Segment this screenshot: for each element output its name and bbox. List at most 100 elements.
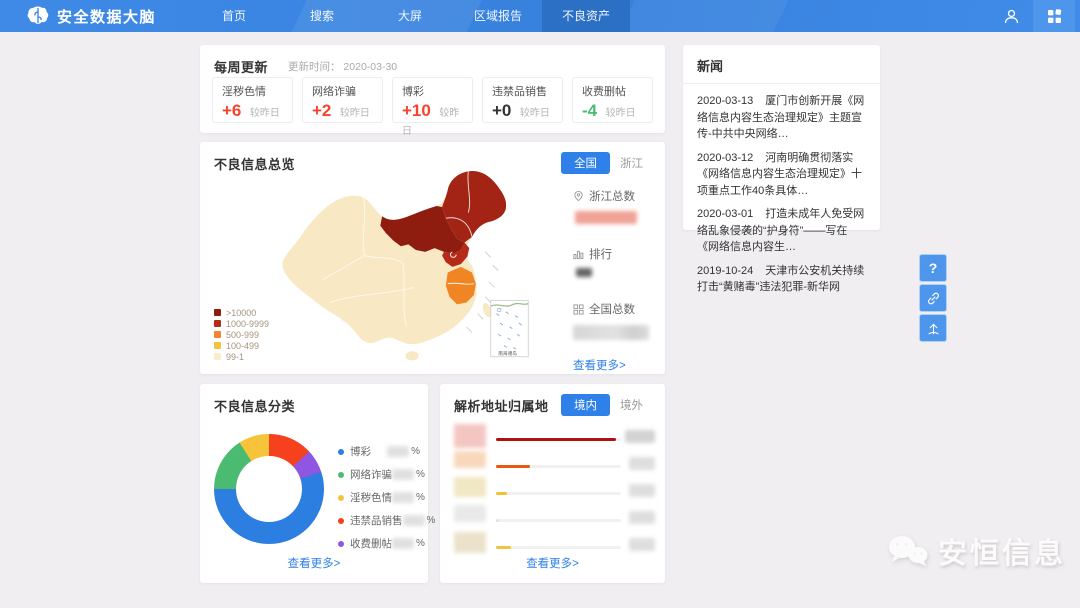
news-item[interactable]: 2020-03-12河南明确贯彻落实《网络信息内容生态治理规定》十项重点工作40… [697,150,866,200]
redacted-label [454,532,486,553]
redacted-value [629,511,655,524]
weekly-update-time: 更新时间： 2020-03-30 [288,59,397,74]
zhejiang-total-label: 浙江总数 [589,188,635,204]
percent-unit: % [427,515,436,526]
stat-label: 网络诈骗 [312,83,373,99]
map-inset-south-china-sea: 南海诸岛 [491,301,528,357]
redacted-value [576,268,592,277]
news-item[interactable]: 2020-03-01打造未成年人免受网络乱象侵袭的“护身符”——写在《网络信息内… [697,206,866,256]
bar-fill [496,438,616,441]
stat-card: 淫秽色情 +6 较昨日 [212,77,293,123]
nav-tab[interactable]: 不良资产 [542,0,630,32]
classification-legend-row: 网络诈骗 % [338,463,420,486]
question-mark-icon: ? [929,260,938,276]
redacted-value [392,492,414,503]
top-nav: 安全数据大脑 首页 搜索 大屏 区域报告 不良资产 [0,0,1080,32]
help-button[interactable]: ? [919,254,947,282]
legend-label: 99-1 [226,352,244,362]
user-button[interactable] [989,0,1033,32]
nav-tab[interactable]: 首页 [190,0,278,32]
stat-delta: +2 [312,101,331,121]
geo-bar-row [452,476,655,503]
legend-label: 100-499 [226,341,259,351]
geo-bar-row [452,503,655,530]
stat-label: 收费删帖 [582,83,643,99]
national-total: 全国总数 [573,301,657,340]
news-date: 2020-03-01 [697,208,753,220]
classification-legend-row: 违禁品销售 % [338,509,420,532]
legend-label: 违禁品销售 [350,513,403,528]
dashboard-page: 安全数据大脑 首页 搜索 大屏 区域报告 不良资产 [0,0,1080,608]
apps-grid-icon [1047,9,1062,24]
news-list: 2020-03-13厦门市创新开展《网络信息内容生态治理规定》主题宣传-中共中央… [683,84,880,296]
classification-legend: 博彩 % 网络诈骗 % 淫秽色情 % [338,440,420,555]
region-toggle-button[interactable]: 全国 [561,152,610,174]
classification-more-link[interactable]: 查看更多> [288,558,341,570]
stat-note: 较昨日 [606,108,636,119]
redacted-value [575,211,637,224]
redacted-label [454,505,486,522]
classification-legend-row: 博彩 % [338,440,420,463]
region-toggle-button[interactable]: 浙江 [610,152,653,174]
stat-delta: -4 [582,101,597,121]
update-time-label: 更新时间： [288,61,341,73]
bar-track [496,465,621,468]
overview-more-link[interactable]: 查看更多> [573,357,626,373]
legend-swatch [214,309,221,316]
bar-track [496,438,621,441]
nav-tab[interactable]: 搜索 [278,0,366,32]
brain-logo-icon [26,5,50,27]
stat-note: 较昨日 [520,108,550,119]
domestic-toggle-button[interactable]: 境内 [561,394,610,416]
bar-track [496,492,621,495]
wechat-icon [886,532,930,570]
legend-label: 收费删帖 [350,536,392,551]
legend-label: 淫秽色情 [350,490,392,505]
geo-bar-row [452,449,655,476]
back-to-top-button[interactable] [919,314,947,342]
domestic-toggle-button[interactable]: 境外 [610,394,653,416]
watermark: 安恒信息 [886,530,1066,572]
resolve-address-panel: 解析地址归属地 境内 境外 [440,384,665,583]
stat-label: 违禁品销售 [492,83,553,99]
legend-swatch [214,320,221,327]
stat-card: 博彩 +10 较昨日 [392,77,473,123]
redacted-value [392,469,414,480]
weekly-title: 每周更新 [214,57,268,76]
bad-info-classification-panel: 不良信息分类 博彩 % 网络诈骗 % [200,384,428,583]
stat-delta: +0 [492,101,511,121]
redacted-value [403,515,425,526]
news-item[interactable]: 2019-10-24天津市公安机关持续打击“黄赌毒”违法犯罪-新华网 [697,263,866,296]
overview-stats: 浙江总数 排行 [573,188,657,374]
classification-legend-row: 收费删帖 % [338,532,420,555]
ranking: 排行 [573,246,657,277]
nav-tab[interactable]: 区域报告 [454,0,542,32]
legend-label: 1000-9999 [226,319,269,329]
stat-card: 收费删帖 -4 较昨日 [572,77,653,123]
nav-tabs: 首页 搜索 大屏 区域报告 不良资产 [190,0,630,32]
redacted-value [392,538,414,549]
brand[interactable]: 安全数据大脑 [26,0,156,32]
weekly-update-panel: 每周更新 更新时间： 2020-03-30 淫秽色情 +6 较昨日 网络诈骗 +… [200,45,665,133]
stat-card: 网络诈骗 +2 较昨日 [302,77,383,123]
map-pin-icon [573,190,584,202]
bar-fill [496,546,511,549]
classification-title: 不良信息分类 [214,396,295,415]
share-link-button[interactable] [919,284,947,312]
news-date: 2020-03-13 [697,95,753,107]
redacted-value [625,430,655,443]
geo-more-link[interactable]: 查看更多> [526,558,579,570]
donut-hole [236,456,302,522]
news-title: 新闻 [683,45,880,84]
news-item[interactable]: 2020-03-13厦门市创新开展《网络信息内容生态治理规定》主题宣传-中共中央… [697,93,866,143]
news-date: 2020-03-12 [697,152,753,164]
nav-right [989,0,1080,32]
china-map[interactable]: 南海诸岛 [264,162,564,368]
apps-button[interactable] [1033,0,1075,32]
news-panel: 新闻 2020-03-13厦门市创新开展《网络信息内容生态治理规定》主题宣传-中… [683,45,880,230]
nav-tab[interactable]: 大屏 [366,0,454,32]
legend-dot [338,472,344,478]
redacted-value [629,457,655,470]
donut-chart[interactable] [214,434,324,544]
legend-label: 网络诈骗 [350,467,392,482]
